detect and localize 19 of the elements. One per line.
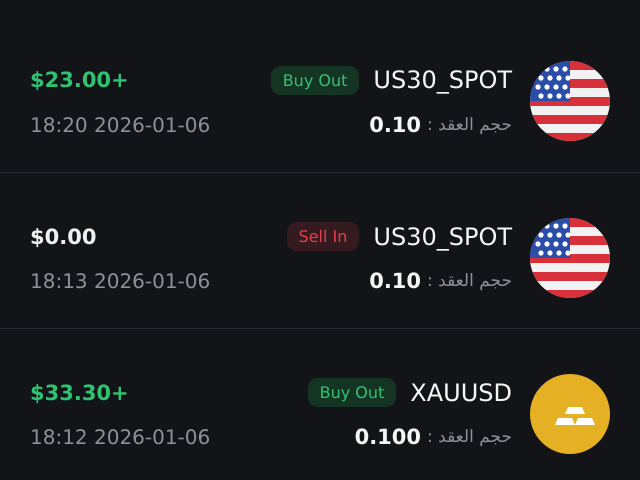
- volume-value: 0.10: [369, 269, 422, 293]
- profit-amount: $33.30+: [30, 380, 129, 404]
- symbol-label: US30_SPOT: [373, 66, 512, 94]
- profit-amount: $0.00: [30, 224, 96, 248]
- volume-value: 0.10: [369, 112, 422, 136]
- symbol-label: XAUUSD: [410, 378, 512, 406]
- ingot-icon: [530, 374, 610, 454]
- trade-date: 18:20 2026-01-06: [30, 112, 210, 136]
- volume-label: حجم العقد :: [427, 114, 512, 134]
- volume-value: 0.100: [354, 425, 422, 449]
- symbol-label: US30_SPOT: [373, 222, 512, 250]
- volume-label: حجم العقد :: [427, 271, 512, 291]
- trade-side-badge: Buy Out: [270, 66, 360, 94]
- trade-side-badge: Buy Out: [308, 378, 396, 407]
- trade-date: 18:12 2026-01-06: [30, 425, 210, 449]
- trade-side-badge: Sell In: [286, 222, 360, 251]
- volume-label: حجم العقد :: [427, 427, 512, 447]
- profit-amount: $23.00+: [30, 68, 129, 92]
- trade-date: 18:13 2026-01-06: [30, 269, 210, 293]
